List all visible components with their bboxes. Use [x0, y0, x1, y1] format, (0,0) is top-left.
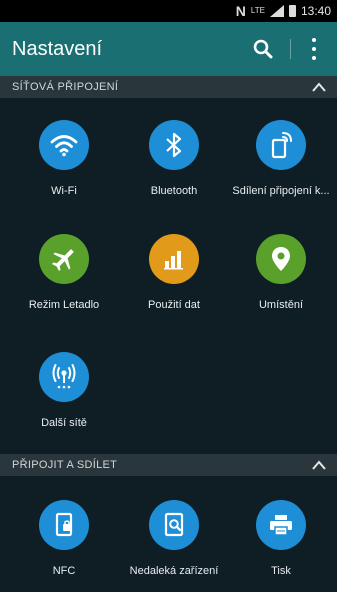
tile-wifi[interactable]: Wi-Fi: [9, 120, 119, 198]
page-title: Nastavení: [12, 37, 103, 60]
battery-icon: [288, 5, 296, 17]
tile-more-networks-label: Další sítě: [41, 417, 87, 429]
location-icon: [256, 234, 306, 284]
nfc-icon: [39, 500, 89, 550]
tile-location-label: Umístění: [258, 299, 303, 311]
lte-indicator: LTE: [250, 6, 265, 15]
bluetooth-icon: [149, 120, 199, 170]
section-title-network: SÍŤOVÁ PŘIPOJENÍ: [12, 81, 119, 93]
data-usage-icon: [149, 234, 199, 284]
tethering-icon: [256, 120, 306, 170]
tile-more-networks[interactable]: Další sítě: [9, 352, 119, 430]
tile-airplane-label: Režim Letadlo: [28, 299, 100, 311]
airplane-icon: [39, 234, 89, 284]
tile-bluetooth-label: Bluetooth: [150, 185, 198, 197]
tile-wifi-label: Wi-Fi: [51, 185, 77, 197]
nearby-devices-icon: [149, 500, 199, 550]
tile-data-usage[interactable]: Použití dat: [119, 234, 229, 312]
app-bar: Nastavení: [0, 22, 337, 76]
more-vert-icon[interactable]: [306, 36, 322, 62]
appbar-divider: [290, 39, 291, 59]
section-header-network[interactable]: SÍŤOVÁ PŘIPOJENÍ: [0, 76, 337, 98]
chevron-up-icon[interactable]: [311, 458, 327, 472]
tile-nearby-label: Nedaleká zařízení: [129, 565, 219, 577]
tile-data-usage-label: Použití dat: [148, 299, 200, 311]
nfc-status-icon: N: [235, 3, 246, 19]
search-icon[interactable]: [251, 37, 275, 61]
tile-tethering[interactable]: Sdílení připojení k...: [226, 120, 336, 198]
status-bar: N LTE 13:40: [0, 0, 337, 22]
section-title-share: PŘIPOJIT A SDÍLET: [12, 459, 118, 471]
section-header-share[interactable]: PŘIPOJIT A SDÍLET: [0, 454, 337, 476]
tile-tethering-label: Sdílení připojení k...: [232, 185, 330, 197]
tile-bluetooth[interactable]: Bluetooth: [119, 120, 229, 198]
chevron-up-icon[interactable]: [311, 80, 327, 94]
wifi-icon: [39, 120, 89, 170]
antenna-icon: [39, 352, 89, 402]
tile-print[interactable]: Tisk: [226, 500, 336, 578]
tile-location[interactable]: Umístění: [226, 234, 336, 312]
status-time: 13:40: [300, 4, 331, 18]
tile-print-label: Tisk: [271, 565, 291, 577]
tile-airplane[interactable]: Režim Letadlo: [9, 234, 119, 312]
printer-icon: [256, 500, 306, 550]
tile-nearby[interactable]: Nedaleká zařízení: [119, 500, 229, 578]
tile-nfc-label: NFC: [52, 565, 76, 577]
signal-icon: [269, 5, 284, 17]
tile-nfc[interactable]: NFC: [9, 500, 119, 578]
